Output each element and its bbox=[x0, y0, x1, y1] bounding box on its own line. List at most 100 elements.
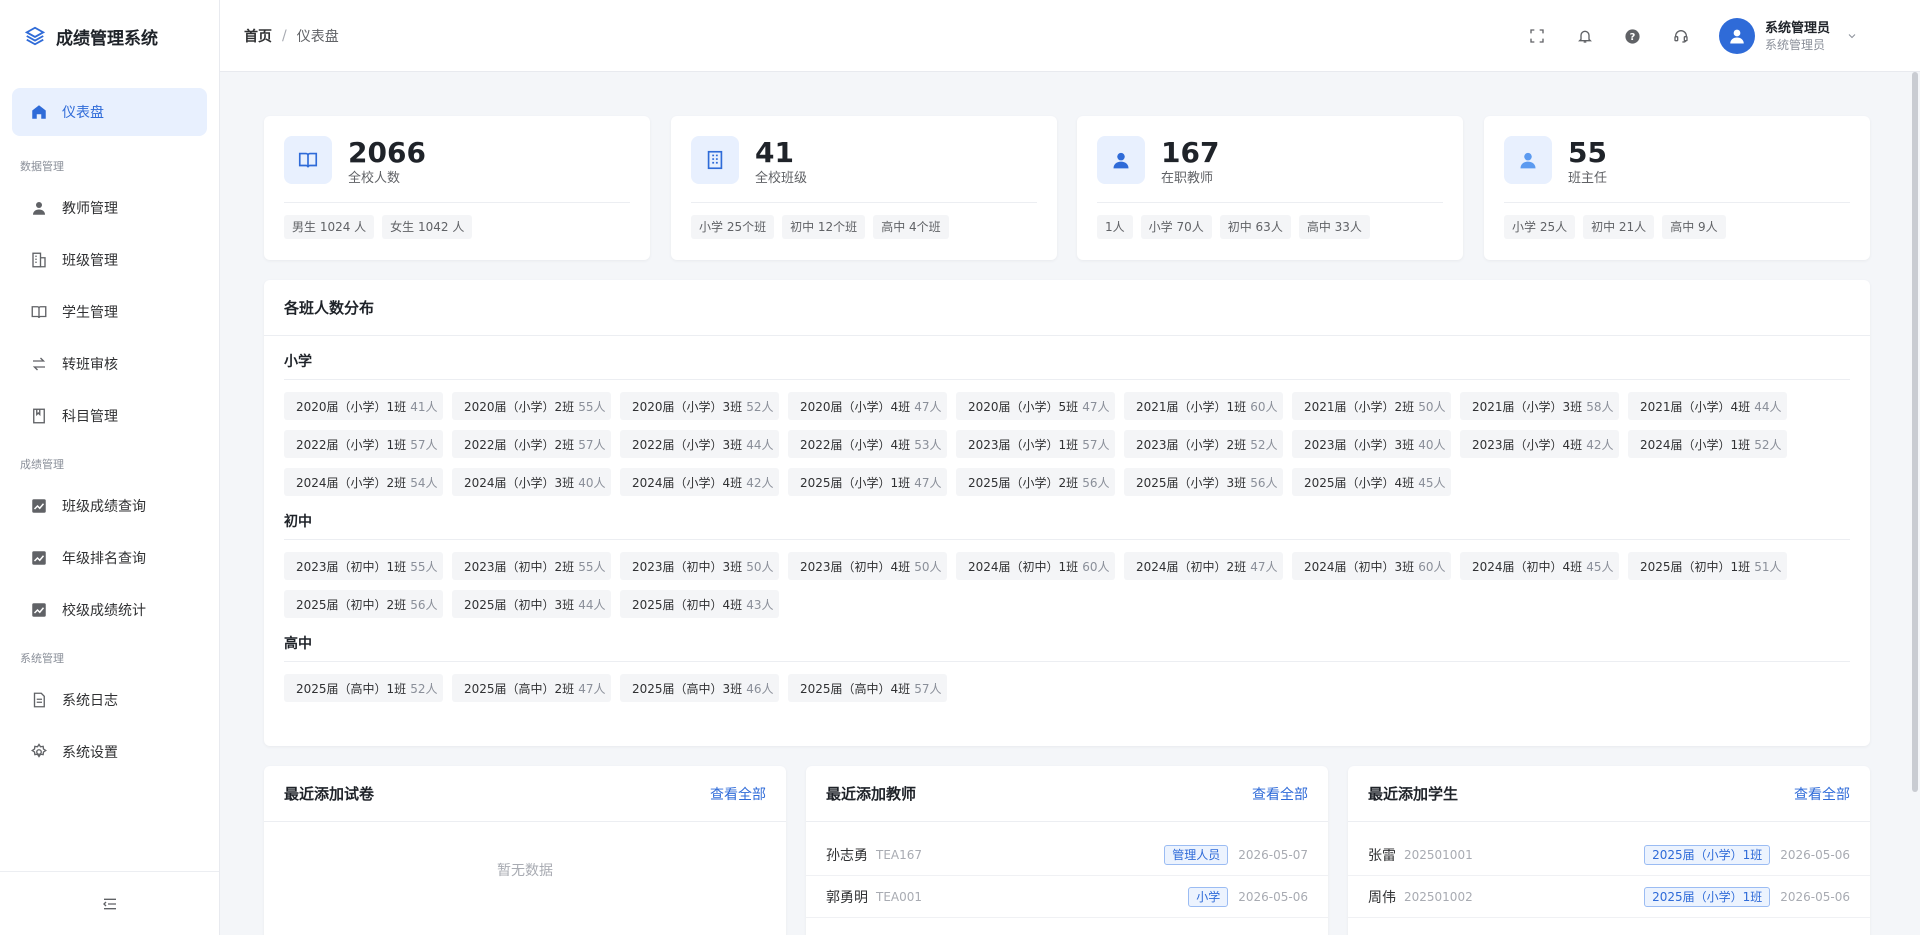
class-count: 47人 bbox=[578, 681, 606, 696]
support-button[interactable] bbox=[1657, 12, 1705, 60]
class-name: 2025届（初中）2班 bbox=[296, 597, 407, 612]
class-tag[interactable]: 2020届（小学）2班 55人 bbox=[452, 392, 611, 420]
class-tag[interactable]: 2024届（初中）2班 47人 bbox=[1124, 552, 1283, 580]
stat-chip: 1人 bbox=[1097, 215, 1133, 239]
class-tag[interactable]: 2024届（小学）4班 42人 bbox=[620, 468, 779, 496]
class-tag[interactable]: 2024届（小学）1班 52人 bbox=[1628, 430, 1787, 458]
class-tag[interactable]: 2022届（小学）1班 57人 bbox=[284, 430, 443, 458]
class-tag[interactable]: 2025届（初中）4班 43人 bbox=[620, 590, 779, 618]
class-count: 47人 bbox=[914, 475, 942, 490]
sidebar-item-students[interactable]: 学生管理 bbox=[12, 288, 207, 336]
sidebar-item-settings[interactable]: 系统设置 bbox=[12, 728, 207, 776]
class-count: 57人 bbox=[578, 437, 606, 452]
class-tag[interactable]: 2021届（小学）1班 60人 bbox=[1124, 392, 1283, 420]
class-name: 2023届（初中）2班 bbox=[464, 559, 575, 574]
teacher-name: 郭勇明 bbox=[826, 889, 868, 906]
class-count: 40人 bbox=[578, 475, 606, 490]
app-logo[interactable]: 成绩管理系统 bbox=[0, 0, 219, 72]
stat-value: 2066 bbox=[348, 136, 426, 169]
class-count: 47人 bbox=[1082, 399, 1110, 414]
class-count: 40人 bbox=[1418, 437, 1446, 452]
class-tag[interactable]: 2021届（小学）3班 58人 bbox=[1460, 392, 1619, 420]
notifications-button[interactable] bbox=[1561, 12, 1609, 60]
class-tag[interactable]: 2023届（小学）3班 40人 bbox=[1292, 430, 1451, 458]
class-tag[interactable]: 2020届（小学）5班 47人 bbox=[956, 392, 1115, 420]
teacher-id: TEA001 bbox=[876, 889, 923, 904]
stat-chip: 男生 1024 人 bbox=[284, 215, 375, 239]
list-item[interactable]: 郭勇明 TEA001 小学 2026-05-06 bbox=[806, 876, 1328, 918]
top-header: 首页 / 仪表盘 ? 系统管理员 系统管理员 bbox=[220, 0, 1920, 72]
class-tag[interactable]: 2020届（小学）1班 41人 bbox=[284, 392, 443, 420]
sidebar-item-classes[interactable]: 班级管理 bbox=[12, 236, 207, 284]
breadcrumb-home[interactable]: 首页 bbox=[244, 26, 272, 46]
class-name: 2020届（小学）3班 bbox=[632, 399, 743, 414]
sidebar-item-subjects[interactable]: 科目管理 bbox=[12, 392, 207, 440]
class-tag[interactable]: 2025届（初中）1班 51人 bbox=[1628, 552, 1787, 580]
class-tag[interactable]: 2023届（初中）1班 55人 bbox=[284, 552, 443, 580]
help-button[interactable]: ? bbox=[1609, 12, 1657, 60]
class-tag[interactable]: 2023届（初中）3班 50人 bbox=[620, 552, 779, 580]
class-tag[interactable]: 2022届（小学）3班 44人 bbox=[620, 430, 779, 458]
class-tag[interactable]: 2024届（小学）2班 54人 bbox=[284, 468, 443, 496]
list-item[interactable]: 孙志勇 TEA167 管理人员 2026-05-07 bbox=[806, 834, 1328, 876]
sidebar-item-logs[interactable]: 系统日志 bbox=[12, 676, 207, 724]
class-tag[interactable]: 2025届（高中）2班 47人 bbox=[452, 674, 611, 702]
class-count: 45人 bbox=[1418, 475, 1446, 490]
class-tag[interactable]: 2025届（初中）2班 56人 bbox=[284, 590, 443, 618]
class-tag[interactable]: 2024届（初中）3班 60人 bbox=[1292, 552, 1451, 580]
class-count: 45人 bbox=[1586, 559, 1614, 574]
stat-card-classes: 41 全校班级 小学 25个班 初中 12个班 高中 4个班 bbox=[671, 116, 1057, 260]
list-item[interactable]: 周伟 202501002 2025届（小学）1班 2026-05-06 bbox=[1348, 876, 1870, 918]
class-count: 55人 bbox=[578, 559, 606, 574]
view-all-teachers-link[interactable]: 查看全部 bbox=[1252, 784, 1308, 804]
class-tag[interactable]: 2023届（小学）4班 42人 bbox=[1460, 430, 1619, 458]
list-item[interactable]: 张雷 202501001 2025届（小学）1班 2026-05-06 bbox=[1348, 834, 1870, 876]
collapse-sidebar-button[interactable] bbox=[0, 871, 219, 935]
class-tag[interactable]: 2025届（小学）4班 45人 bbox=[1292, 468, 1451, 496]
class-tag[interactable]: 2022届（小学）2班 57人 bbox=[452, 430, 611, 458]
sidebar-item-transfer[interactable]: 转班审核 bbox=[12, 340, 207, 388]
class-tag[interactable]: 2020届（小学）3班 52人 bbox=[620, 392, 779, 420]
page-scrollbar[interactable] bbox=[1910, 72, 1920, 935]
class-count: 52人 bbox=[746, 399, 774, 414]
fullscreen-icon bbox=[1530, 29, 1544, 43]
class-count: 56人 bbox=[1250, 475, 1278, 490]
sidebar-item-grade-ranking[interactable]: 年级排名查询 bbox=[12, 534, 207, 582]
class-name: 2025届（小学）2班 bbox=[968, 475, 1079, 490]
class-tag[interactable]: 2023届（初中）2班 55人 bbox=[452, 552, 611, 580]
class-tag[interactable]: 2025届（高中）4班 57人 bbox=[788, 674, 947, 702]
user-menu[interactable]: 系统管理员 系统管理员 bbox=[1718, 18, 1858, 54]
class-tag[interactable]: 2025届（小学）2班 56人 bbox=[956, 468, 1115, 496]
class-tag[interactable]: 2021届（小学）2班 50人 bbox=[1292, 392, 1451, 420]
fullscreen-button[interactable] bbox=[1513, 12, 1561, 60]
class-tag[interactable]: 2023届（小学）2班 52人 bbox=[1124, 430, 1283, 458]
chart-icon bbox=[32, 551, 46, 565]
sidebar-item-label: 教师管理 bbox=[62, 201, 118, 217]
class-tag[interactable]: 2025届（高中）1班 52人 bbox=[284, 674, 443, 702]
class-name: 2024届（初中）4班 bbox=[1472, 559, 1583, 574]
class-tag[interactable]: 2025届（高中）3班 46人 bbox=[620, 674, 779, 702]
class-tag[interactable]: 2025届（初中）3班 44人 bbox=[452, 590, 611, 618]
sidebar-item-school-stats[interactable]: 校级成绩统计 bbox=[12, 586, 207, 634]
class-tag[interactable]: 2024届（初中）1班 60人 bbox=[956, 552, 1115, 580]
class-tag[interactable]: 2025届（小学）1班 47人 bbox=[788, 468, 947, 496]
scrollbar-thumb[interactable] bbox=[1912, 72, 1918, 792]
class-tag[interactable]: 2022届（小学）4班 53人 bbox=[788, 430, 947, 458]
view-all-papers-link[interactable]: 查看全部 bbox=[710, 784, 766, 804]
sidebar-item-dashboard[interactable]: 仪表盘 bbox=[12, 88, 207, 136]
class-tag[interactable]: 2023届（初中）4班 50人 bbox=[788, 552, 947, 580]
class-tag[interactable]: 2020届（小学）4班 47人 bbox=[788, 392, 947, 420]
row-date: 2026-05-07 bbox=[1238, 847, 1308, 862]
sidebar-item-label: 转班审核 bbox=[62, 357, 118, 373]
sidebar-item-teachers[interactable]: 教师管理 bbox=[12, 184, 207, 232]
class-count: 55人 bbox=[578, 399, 606, 414]
class-tag[interactable]: 2024届（初中）4班 45人 bbox=[1460, 552, 1619, 580]
class-tag[interactable]: 2021届（小学）4班 44人 bbox=[1628, 392, 1787, 420]
class-count: 47人 bbox=[1250, 559, 1278, 574]
class-name: 2022届（小学）2班 bbox=[464, 437, 575, 452]
view-all-students-link[interactable]: 查看全部 bbox=[1794, 784, 1850, 804]
class-tag[interactable]: 2024届（小学）3班 40人 bbox=[452, 468, 611, 496]
class-tag[interactable]: 2025届（小学）3班 56人 bbox=[1124, 468, 1283, 496]
class-tag[interactable]: 2023届（小学）1班 57人 bbox=[956, 430, 1115, 458]
sidebar-item-class-scores[interactable]: 班级成绩查询 bbox=[12, 482, 207, 530]
